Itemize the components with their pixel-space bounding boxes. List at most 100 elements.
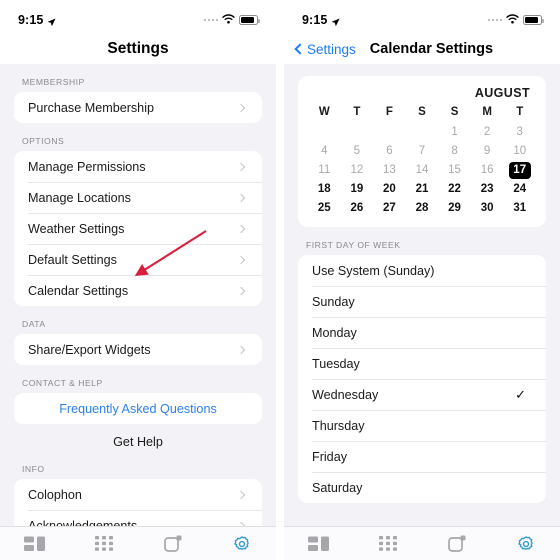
calendar-day-cell[interactable]: 5 <box>341 143 374 160</box>
chevron-right-icon <box>236 345 246 354</box>
location-arrow-icon <box>47 16 56 26</box>
calendar-day-cell[interactable]: 26 <box>341 200 374 217</box>
settings-tab[interactable] <box>504 531 548 557</box>
row-colophon[interactable]: Colophon <box>14 479 262 510</box>
back-button[interactable]: Settings <box>294 41 356 57</box>
row-label: Thursday <box>312 418 365 433</box>
calendar-day-cell[interactable]: 20 <box>373 181 406 198</box>
status-bar-indicators-right <box>487 11 544 29</box>
fdow-option-wednesday[interactable]: Wednesday ✓ <box>298 379 546 410</box>
calendar-day-cell[interactable]: 17 <box>503 162 536 179</box>
row-label: Share/Export Widgets <box>28 342 151 357</box>
signal-dots-icon <box>487 18 502 22</box>
calendar-day-cell[interactable]: 23 <box>471 181 504 198</box>
calendar-day-cell[interactable]: 15 <box>438 162 471 179</box>
calendar-day-cell[interactable]: 21 <box>406 181 439 198</box>
page-title: Settings <box>107 40 169 57</box>
row-manage-permissions[interactable]: Manage Permissions <box>14 151 262 182</box>
section-header-data: DATA <box>22 319 46 329</box>
card-tab[interactable] <box>435 531 479 557</box>
chevron-right-icon <box>236 224 246 233</box>
widgets-tab[interactable] <box>297 531 341 557</box>
calendar-blank-cell: . <box>373 124 406 141</box>
back-button-label: Settings <box>307 41 356 57</box>
settings-tab[interactable] <box>220 531 264 557</box>
row-label: Frequently Asked Questions <box>59 401 217 416</box>
fdow-option-monday[interactable]: Monday <box>298 317 546 348</box>
calendar-day-cell[interactable]: 19 <box>341 181 374 198</box>
fdow-option-sunday[interactable]: Sunday <box>298 286 546 317</box>
widgets-tab[interactable] <box>13 531 57 557</box>
fdow-option-thursday[interactable]: Thursday <box>298 410 546 441</box>
row-label: Wednesday <box>312 387 379 402</box>
rounded-square-badge-icon <box>447 535 465 552</box>
nav-bar-right: Settings Calendar Settings <box>284 34 560 64</box>
row-get-help[interactable]: Get Help <box>113 435 163 449</box>
row-acknowledgements[interactable]: Acknowledgements <box>14 510 262 526</box>
calendar-day-cell[interactable]: 14 <box>406 162 439 179</box>
section-header-first-day-of-week: FIRST DAY OF WEEK <box>306 240 401 250</box>
calendar-weekday-header: M <box>482 106 492 118</box>
calendar-day-cell[interactable]: 27 <box>373 200 406 217</box>
calendar-day-cell[interactable]: 2 <box>471 124 504 141</box>
calendar-today-badge: 17 <box>508 162 531 179</box>
calendar-day-cell[interactable]: 3 <box>503 124 536 141</box>
calendar-day-cell[interactable]: 13 <box>373 162 406 179</box>
calendar-day-cell[interactable]: 16 <box>471 162 504 179</box>
fdow-option-tuesday[interactable]: Tuesday <box>298 348 546 379</box>
calendar-weekday-header: T <box>516 106 524 118</box>
calendar-day-cell[interactable]: 24 <box>503 181 536 198</box>
calendar-day-cell[interactable]: 12 <box>341 162 374 179</box>
calendar-day-cell[interactable]: 28 <box>406 200 439 217</box>
calendar-day-cell[interactable]: 8 <box>438 143 471 160</box>
section-header-contact-help: CONTACT & HELP <box>22 378 103 388</box>
calendar-day-cell[interactable]: 31 <box>503 200 536 217</box>
calendar-day-cell[interactable]: 4 <box>308 143 341 160</box>
calendar-day-cell[interactable]: 29 <box>438 200 471 217</box>
section-data: Share/Export Widgets <box>14 334 262 365</box>
card-tab[interactable] <box>151 531 195 557</box>
calendar-day-cell[interactable]: 22 <box>438 181 471 198</box>
row-faq[interactable]: Frequently Asked Questions <box>14 393 262 424</box>
row-weather-settings[interactable]: Weather Settings <box>14 213 262 244</box>
row-default-settings[interactable]: Default Settings <box>14 244 262 275</box>
section-membership: Purchase Membership <box>14 92 262 123</box>
row-purchase-membership[interactable]: Purchase Membership <box>14 92 262 123</box>
calendar-grid[interactable]: WTFSSMT....12345678910111213141516171819… <box>308 104 536 217</box>
wifi-icon <box>506 11 519 29</box>
rounded-square-badge-icon <box>163 535 181 552</box>
fdow-option-saturday[interactable]: Saturday <box>298 472 546 503</box>
calendar-day-cell[interactable]: 10 <box>503 143 536 160</box>
battery-icon <box>239 15 260 25</box>
calendar-day-cell[interactable]: 9 <box>471 143 504 160</box>
calendar-day-cell[interactable]: 30 <box>471 200 504 217</box>
calendar-day-cell[interactable]: 7 <box>406 143 439 160</box>
status-bar-time-right: 9:15 <box>302 13 340 27</box>
row-manage-locations[interactable]: Manage Locations <box>14 182 262 213</box>
grid-dots-icon <box>94 536 113 551</box>
battery-icon <box>523 15 544 25</box>
calendar-month-label: AUGUST <box>474 86 530 100</box>
row-label: Weather Settings <box>28 221 125 236</box>
row-label: Tuesday <box>312 356 360 371</box>
calendar-day-cell[interactable]: 1 <box>438 124 471 141</box>
calendar-day-cell[interactable]: 11 <box>308 162 341 179</box>
calendar-day-cell[interactable]: 25 <box>308 200 341 217</box>
page-title: Calendar Settings <box>369 41 494 57</box>
gear-icon <box>517 535 533 550</box>
row-share-export-widgets[interactable]: Share/Export Widgets <box>14 334 262 365</box>
fdow-option-friday[interactable]: Friday <box>298 441 546 472</box>
nav-bar-left: Settings <box>0 34 276 64</box>
chevron-right-icon <box>236 255 246 264</box>
widget-layout-icon <box>307 536 329 551</box>
calendar-weekday-header: F <box>385 106 393 118</box>
calendar-day-cell[interactable]: 18 <box>308 181 341 198</box>
grid-tab[interactable] <box>82 531 126 557</box>
right-phone-screen: 9:15 Settings Calendar Settings AUGUST W… <box>284 0 560 560</box>
signal-dots-icon <box>203 18 218 22</box>
calendar-day-cell[interactable]: 6 <box>373 143 406 160</box>
grid-tab[interactable] <box>366 531 410 557</box>
fdow-option-use-system-sunday[interactable]: Use System (Sunday) <box>298 255 546 286</box>
left-phone-screen: 9:15 Settings MEMBERSHIP Purchase Member… <box>0 0 276 560</box>
row-calendar-settings[interactable]: Calendar Settings <box>14 275 262 306</box>
